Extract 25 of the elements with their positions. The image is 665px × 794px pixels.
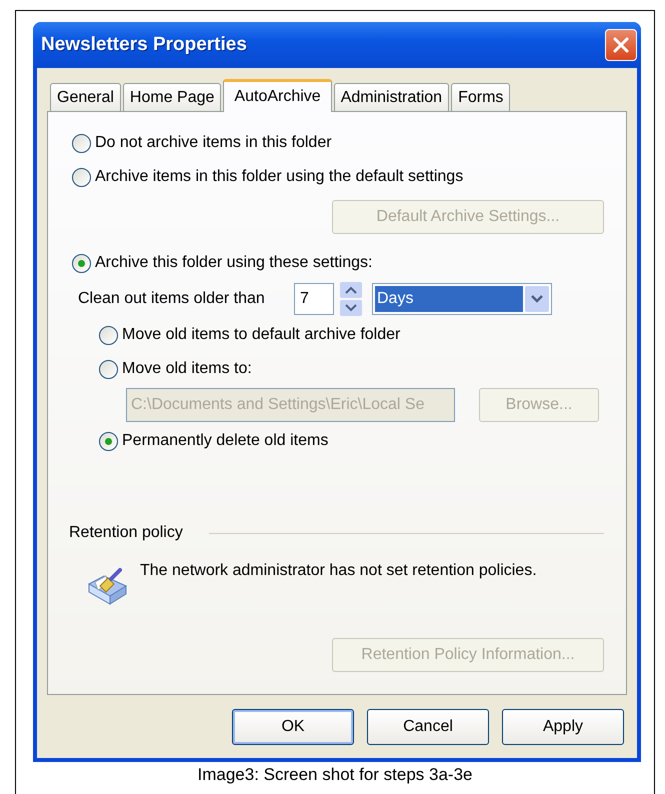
tab[interactable]: General — [50, 83, 121, 111]
radio-option[interactable]: Archive this folder using these settings: — [72, 246, 604, 280]
radio-option[interactable]: Archive items in this folder using the default settings — [72, 160, 604, 194]
radio-option[interactable]: Move old items to: — [99, 352, 604, 386]
window-title: Newsletters Properties — [41, 34, 247, 56]
dialog-button[interactable]: Apply — [502, 709, 624, 745]
section-heading: Retention policy — [69, 524, 183, 542]
number-field[interactable]: 7 — [294, 283, 334, 315]
dialog-button[interactable]: OK — [232, 709, 354, 745]
close-button[interactable] — [605, 29, 637, 61]
dialog-button[interactable]: Cancel — [367, 709, 489, 745]
tab[interactable]: AutoArchive — [223, 79, 332, 112]
close-icon — [612, 36, 630, 54]
chevron-down-icon — [530, 294, 544, 304]
retention-message: The network administrator has not set retention policies. — [140, 561, 538, 581]
radio-option[interactable]: Do not archive items in this folder — [72, 126, 604, 160]
radio-option[interactable]: Permanently delete old items — [99, 424, 604, 458]
radio-option[interactable]: Move old items to default archive folder — [99, 318, 604, 352]
tab[interactable]: Forms — [451, 83, 510, 111]
clean-out-label: Clean out items older than — [78, 290, 266, 308]
unit-dropdown[interactable]: Days — [372, 283, 552, 315]
tab[interactable]: Administration — [334, 83, 450, 111]
figure-caption: Image3: Screen shot for steps 3a-3e — [196, 765, 474, 785]
tab[interactable]: Home Page — [122, 83, 222, 111]
spin-buttons[interactable] — [340, 282, 362, 316]
